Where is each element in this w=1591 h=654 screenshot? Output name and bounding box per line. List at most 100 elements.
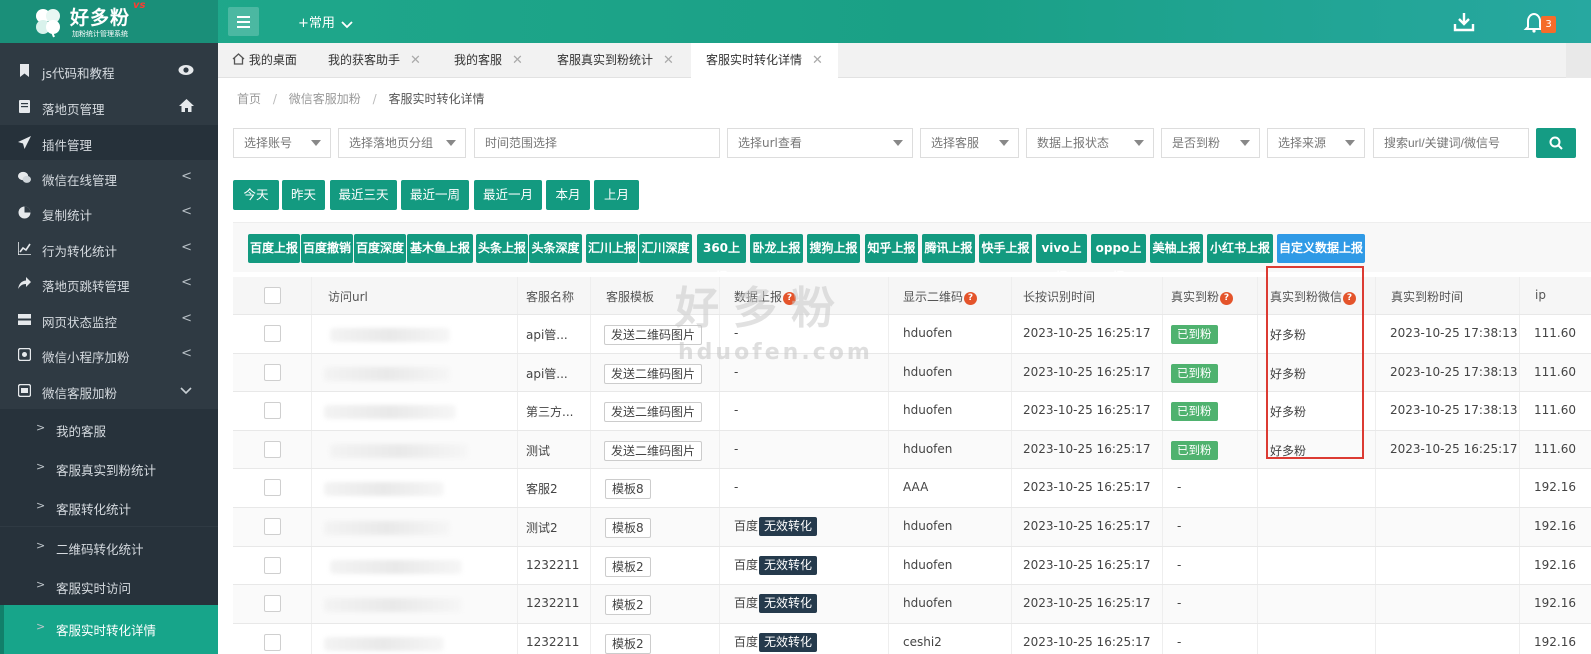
table-row[interactable]: 客服2 模板8 - AAA 2023-10-25 16:25:17 - 192.16 bbox=[233, 469, 1591, 508]
tab-my-customer-service[interactable]: 我的客服 ✕ bbox=[454, 43, 523, 78]
customer-service-select-value: 选择客服 bbox=[931, 136, 980, 150]
sidebar-item-copy-stats[interactable]: 复制统计 < bbox=[0, 195, 218, 230]
table-row[interactable]: 第三方... 发送二维码图片 - hduofen 2023-10-25 16:25:17… bbox=[233, 392, 1591, 431]
date-last-week-button[interactable]: 最近一周 bbox=[401, 180, 469, 210]
report-360-button[interactable]: 360上报 bbox=[697, 234, 746, 284]
report-huichuan-depth-button[interactable]: 汇川深度 bbox=[639, 234, 692, 263]
row-checkbox[interactable] bbox=[264, 518, 281, 535]
sidebar-item-plugins[interactable]: 插件管理 bbox=[0, 125, 218, 160]
report-wolong-button[interactable]: 卧龙上报 bbox=[750, 234, 803, 263]
sidebar-item-landing-pages[interactable]: 落地页管理 bbox=[0, 89, 218, 124]
report-tencent-button[interactable]: 腾讯上报 bbox=[922, 234, 975, 263]
report-toutiao-button[interactable]: 头条上报 bbox=[476, 234, 528, 263]
date-last-3-days-button[interactable]: 最近三天 bbox=[330, 180, 397, 210]
report-baidu-button[interactable]: 百度上报 bbox=[248, 234, 300, 263]
report-status-select[interactable]: 数据上报状态 bbox=[1026, 128, 1154, 158]
common-menu-button[interactable]: +常用 bbox=[298, 12, 353, 31]
search-button[interactable] bbox=[1536, 128, 1576, 158]
sidebar-sub-my-customer-service[interactable]: > 我的客服 bbox=[0, 409, 218, 448]
close-icon[interactable]: ✕ bbox=[663, 53, 674, 68]
select-all-checkbox[interactable] bbox=[264, 287, 281, 304]
header-label: 访问url bbox=[328, 290, 368, 304]
breadcrumb-parent[interactable]: 微信客服加粉 bbox=[289, 92, 361, 106]
report-toutiao-depth-button[interactable]: 头条深度 bbox=[529, 234, 582, 263]
sidebar-item-wechat-online[interactable]: 微信在线管理 < bbox=[0, 160, 218, 195]
date-last-month-button[interactable]: 最近一月 bbox=[474, 180, 542, 210]
source-select[interactable]: 选择来源 bbox=[1267, 128, 1365, 158]
sidebar-item-redirect[interactable]: 落地页跳转管理 < bbox=[0, 266, 218, 301]
report-kuaishou-button[interactable]: 快手上报 bbox=[979, 234, 1032, 263]
table-row[interactable]: 1232211 模板2 百度 无效转化 hduofen 2023-10-25 16:25:… bbox=[233, 585, 1591, 624]
report-vivo-button[interactable]: vivo上报 bbox=[1036, 234, 1087, 284]
sidebar-sub-conversion-stats[interactable]: > 客服转化统计 bbox=[0, 487, 218, 526]
report-sogou-button[interactable]: 搜狗上报 bbox=[807, 234, 860, 263]
table-row[interactable]: api管... 发送二维码图片 - hduofen 2023-10-25 16:25:1… bbox=[233, 353, 1591, 393]
landing-group-select[interactable]: 选择落地页分组 bbox=[338, 128, 466, 158]
row-checkbox[interactable] bbox=[264, 402, 281, 420]
report-oppo-button[interactable]: oppo上报 bbox=[1091, 234, 1146, 284]
tab-acquisition-assistant[interactable]: 我的获客助手 ✕ bbox=[328, 43, 421, 78]
report-xiaohongshu-button[interactable]: 小红书上报 bbox=[1207, 234, 1273, 263]
tab-realtime-conversion[interactable]: 客服实时转化详情 ✕ bbox=[691, 43, 838, 78]
sidebar-item-js-code[interactable]: js代码和教程 bbox=[0, 53, 218, 88]
sidebar-item-mini-program[interactable]: 微信小程序加粉 < bbox=[0, 337, 218, 372]
tab-real-fans-stats[interactable]: 客服真实到粉统计 ✕ bbox=[557, 43, 674, 78]
search-input[interactable] bbox=[1373, 128, 1529, 158]
sidebar-sub-qrcode-stats[interactable]: > 二维码转化统计 bbox=[0, 527, 218, 566]
help-icon[interactable]: ? bbox=[964, 292, 978, 305]
download-icon[interactable] bbox=[1452, 10, 1476, 34]
ip-cell: 192.16 bbox=[1520, 508, 1591, 546]
report-zhihu-button[interactable]: 知乎上报 bbox=[865, 234, 918, 263]
date-yesterday-button[interactable]: 昨天 bbox=[282, 180, 325, 210]
time-range-input[interactable]: 时间范围选择 bbox=[474, 128, 720, 158]
template-button[interactable]: 模板2 bbox=[605, 595, 651, 616]
tab-scroll-right[interactable] bbox=[1566, 43, 1591, 78]
sidebar-item-wechat-customer[interactable]: 微信客服加粉 bbox=[0, 373, 218, 408]
fans-arrived-select[interactable]: 是否到粉 bbox=[1161, 128, 1260, 158]
breadcrumb-home[interactable]: 首页 bbox=[237, 92, 261, 106]
table-row[interactable]: api管... 发送二维码图片 - hduofen 2023-10-25 16:25:1… bbox=[233, 315, 1591, 354]
template-button[interactable]: 模板2 bbox=[605, 556, 651, 577]
sidebar-sub-real-fans-stats[interactable]: > 客服真实到粉统计 bbox=[0, 448, 218, 487]
sidebar-sub-realtime-conversion[interactable]: > 客服实时转化详情 bbox=[0, 605, 218, 654]
report-baidu-cancel-button[interactable]: 百度撤销 bbox=[301, 234, 353, 263]
report-custom-button[interactable]: 自定义数据上报 bbox=[1277, 234, 1365, 263]
table-row[interactable]: 1232211 模板2 百度 无效转化 hduofen 2023-10-25 16:25:… bbox=[233, 546, 1591, 586]
template-button[interactable]: 发送二维码图片 bbox=[604, 440, 703, 461]
account-select[interactable]: 选择账号 bbox=[233, 128, 331, 158]
date-prev-month-button[interactable]: 上月 bbox=[594, 180, 639, 210]
row-checkbox[interactable] bbox=[264, 633, 281, 651]
row-checkbox[interactable] bbox=[264, 363, 281, 381]
template-button[interactable]: 发送二维码图片 bbox=[604, 402, 703, 423]
table-row[interactable]: 1232211 模板2 百度 无效转化 ceshi2 2023-10-25 16:25:1… bbox=[233, 623, 1591, 654]
close-icon[interactable]: ✕ bbox=[410, 53, 421, 68]
sidebar-item-behavior-stats[interactable]: 行为转化统计 < bbox=[0, 231, 218, 266]
report-jimuyu-button[interactable]: 基木鱼上报 bbox=[407, 234, 473, 263]
logo-area[interactable]: 好多粉 vs 加粉统计管理系统 bbox=[0, 0, 218, 43]
template-button[interactable]: 模板8 bbox=[605, 479, 651, 500]
hamburger-menu-button[interactable] bbox=[228, 7, 259, 36]
url-select[interactable]: 选择url查看 bbox=[727, 128, 913, 158]
row-checkbox[interactable] bbox=[264, 556, 281, 574]
table-row[interactable]: 测试2 模板8 百度 无效转化 hduofen 2023-10-25 16:25:17 - 1… bbox=[233, 508, 1591, 547]
customer-service-select[interactable]: 选择客服 bbox=[920, 128, 1019, 158]
sidebar-item-monitor[interactable]: 网页状态监控 < bbox=[0, 302, 218, 337]
close-icon[interactable]: ✕ bbox=[812, 53, 823, 68]
template-button[interactable]: 模板2 bbox=[605, 633, 651, 654]
help-icon[interactable]: ? bbox=[1220, 292, 1234, 305]
table-row[interactable]: 测试 发送二维码图片 - hduofen 2023-10-25 16:25:17 已到粉好… bbox=[233, 430, 1591, 470]
close-icon[interactable]: ✕ bbox=[512, 53, 523, 68]
tab-my-desktop[interactable]: 我的桌面 bbox=[232, 43, 297, 78]
date-this-month-button[interactable]: 本月 bbox=[546, 180, 590, 210]
template-button[interactable]: 发送二维码图片 bbox=[604, 363, 703, 384]
report-meiyou-button[interactable]: 美柚上报 bbox=[1150, 234, 1203, 263]
row-checkbox[interactable] bbox=[264, 595, 281, 613]
report-huichuan-button[interactable]: 汇川上报 bbox=[586, 234, 638, 263]
row-checkbox[interactable] bbox=[264, 479, 281, 497]
row-checkbox[interactable] bbox=[264, 440, 281, 458]
sidebar-sub-realtime-visit[interactable]: > 客服实时访问 bbox=[0, 566, 218, 605]
report-baidu-depth-button[interactable]: 百度深度 bbox=[354, 234, 406, 263]
row-checkbox[interactable] bbox=[264, 325, 281, 342]
date-today-button[interactable]: 今天 bbox=[233, 180, 279, 210]
template-button[interactable]: 模板8 bbox=[605, 518, 651, 538]
